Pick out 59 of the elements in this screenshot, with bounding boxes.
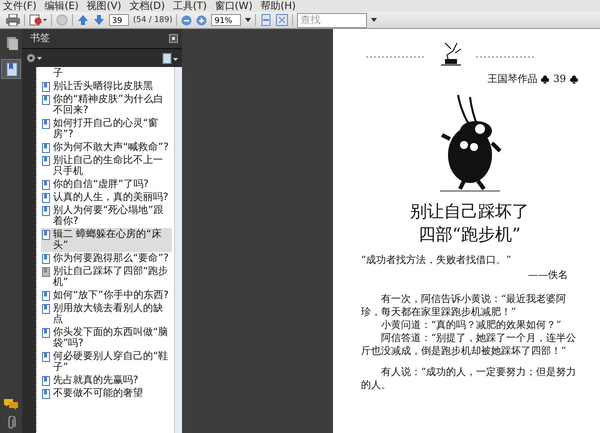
bookmark-item[interactable]: 先占就真的先赢吗? (41, 374, 172, 387)
panel-menu-icon[interactable] (169, 34, 178, 43)
bookmark-item[interactable]: 认真的人生，真的美丽吗? (41, 191, 172, 204)
page-count: (54 / 189) (133, 14, 172, 26)
bookmark-item[interactable]: 何必硬要别人穿自己的“鞋子” (41, 350, 172, 374)
running-head: 王国琴作品 (487, 73, 538, 87)
search-field[interactable]: 查找 (297, 12, 368, 28)
bookmark-item[interactable]: 辑二 蟑螂躲在心房的“床头” (41, 228, 172, 252)
print-icon[interactable] (6, 14, 20, 26)
document-icon[interactable] (29, 14, 47, 26)
scrollbar[interactable] (174, 67, 182, 433)
panel-title: 书签 (30, 32, 50, 46)
bookmark-item[interactable]: 你头发下面的东西叫做“脑袋”吗? (41, 326, 172, 350)
disabled-tool-icon (56, 14, 68, 26)
epigraph: “成功者找方法，失败者找借口。” (361, 254, 512, 268)
page-title: 别让自己踩坏了 四部“跑步机” (409, 201, 530, 247)
caret-icon[interactable] (371, 17, 378, 23)
zoom-out-icon[interactable] (181, 14, 192, 26)
paragraph: 有一次，阿信告诉小黄说：“最近我老婆阿珍，每天都在家里踩跑步机减肥！” (361, 293, 568, 319)
bookmark-item[interactable]: 你为何不敢大声“喊救命”? (41, 141, 172, 154)
comments-icon[interactable] (3, 398, 19, 410)
bookmark-item[interactable]: 别让舌头晒得比皮肤黑 (41, 80, 172, 93)
bookmark-item[interactable]: 不要做不可能的奢望 (41, 387, 172, 400)
menu-item[interactable]: 窗口(W) (214, 0, 252, 12)
bookmark-item[interactable]: 你为何要跑得那么“要命”? (41, 252, 172, 265)
paragraph: 有人说：“成功的人，一定要努力；但是努力的人。 (361, 366, 578, 392)
bookmark-icon (4, 62, 18, 76)
page-number: 39 (553, 73, 566, 87)
caret-icon[interactable] (245, 17, 252, 23)
bookmark-item[interactable]: 别用放大镜去看别人的缺点 (41, 302, 172, 326)
bookmark-item[interactable]: 别让自己踩坏了四部“跑步机” (41, 265, 172, 289)
bookmark-item[interactable]: 子 (41, 67, 172, 80)
arrow-down-icon[interactable] (93, 14, 105, 26)
zoom-in-icon[interactable] (196, 14, 208, 26)
paragraph: 小黄问道：“真的吗？减肥的效果如何？” (380, 319, 562, 332)
sidebar-tab[interactable] (1, 59, 21, 79)
menu-item[interactable]: 文件(F) (3, 0, 37, 12)
menu-item[interactable]: 视图(V) (86, 0, 122, 12)
bookmark-item[interactable]: 你的“精神皮肤”为什么白不回来? (41, 93, 172, 117)
menu-item[interactable]: 文档(D) (129, 0, 165, 12)
club-icon (570, 75, 578, 84)
menu-item[interactable]: 帮助(H) (260, 0, 296, 12)
bookmark-item[interactable]: 你的自信“虚胖”了吗? (41, 178, 172, 191)
page-number-field[interactable]: 39 (109, 14, 129, 26)
bookmark-item[interactable]: 别让自己的生命比不上一只手机 (41, 154, 172, 178)
bookmark-item[interactable]: 别人为何要“死心塌地”跟着你? (41, 204, 172, 228)
bookmark-item[interactable]: 如何“放下”你手中的东西? (41, 289, 172, 302)
paragraph: 阿信答道：“别提了，她踩了一个月，连半公斤也没减成，倒是跑步机却被她踩坏了四部！” (361, 332, 578, 358)
arrow-up-icon[interactable] (77, 14, 89, 26)
fit-width-icon[interactable] (276, 14, 288, 26)
bookmark-item[interactable]: 如何打开自己的心灵“窗房”? (41, 117, 172, 141)
bookmark-options-icon[interactable] (162, 52, 178, 64)
attribution: ——佚名 (527, 269, 568, 283)
gear-icon[interactable] (26, 53, 42, 63)
menu-item[interactable]: 编辑(E) (44, 0, 79, 12)
zoom-field[interactable]: 91% (211, 14, 242, 26)
fit-page-icon[interactable] (260, 14, 272, 26)
menu-item[interactable]: 工具(T) (172, 0, 207, 12)
club-icon (541, 75, 550, 84)
